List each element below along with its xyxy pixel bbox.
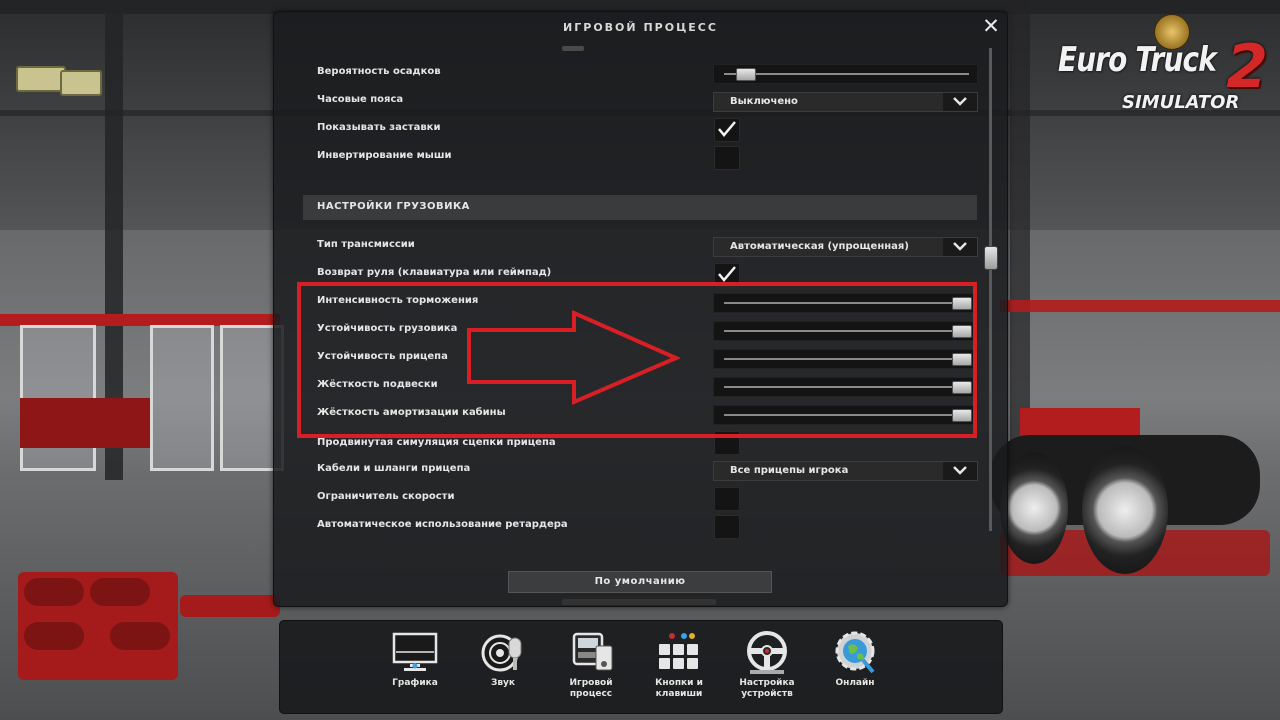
chevron-down-icon[interactable]: [943, 93, 977, 111]
row-show-intro: Показывать заставки: [303, 117, 977, 141]
chevron-down-icon[interactable]: [943, 462, 977, 480]
transmission-select[interactable]: Автоматическая (упрощенная): [713, 237, 978, 257]
trailer-cables-select[interactable]: Все прицепы игрока: [713, 461, 978, 481]
row-label: Часовые пояса: [317, 94, 404, 105]
tab-label-line1: Игровой: [569, 678, 613, 688]
auto-retarder-checkbox[interactable]: [714, 515, 740, 539]
row-label: Автоматическое использование ретардера: [317, 519, 568, 530]
tab-label-line2: процесс: [569, 689, 613, 699]
tab-devices[interactable]: Настройка устройств: [732, 630, 802, 704]
tab-label-line2: устройств: [741, 689, 793, 699]
tab-label: Кнопки и клавиши: [644, 678, 714, 700]
row-label: Вероятность осадков: [317, 66, 441, 77]
row-label: Продвинутая симуляция сцепки прицепа: [317, 437, 556, 448]
arrow-right-icon: [467, 310, 680, 406]
dialog-title: ИГРОВОЙ ПРОЦЕСС: [563, 21, 718, 34]
section-truck-settings: НАСТРОЙКИ ГРУЗОВИКА: [303, 195, 977, 220]
globe-gear-icon: [835, 631, 875, 674]
tab-online[interactable]: Онлайн: [820, 630, 890, 704]
steering-wheel-icon: [747, 631, 787, 674]
close-button[interactable]: ✕: [980, 15, 1002, 37]
tab-label: Настройка устройств: [732, 678, 802, 700]
invert-mouse-checkbox[interactable]: [714, 146, 740, 170]
slider-knob[interactable]: [736, 68, 756, 81]
logo-subtitle: SIMULATOR: [1122, 92, 1240, 113]
scroll-top-indicator: [562, 46, 584, 51]
section-title: НАСТРОЙКИ ГРУЗОВИКА: [317, 201, 470, 212]
checkmark-icon: [718, 121, 736, 137]
logo-title: Euro Truck: [1058, 40, 1217, 80]
select-value: Все прицепы игрока: [730, 465, 849, 476]
row-label: Показывать заставки: [317, 122, 441, 133]
row-label: Инвертирование мыши: [317, 150, 452, 161]
scrollbar-thumb[interactable]: [984, 246, 998, 270]
keyboard-icon: [659, 633, 698, 669]
scrollbar-track[interactable]: [989, 48, 992, 531]
default-button[interactable]: По умолчанию: [508, 571, 772, 593]
speed-limiter-checkbox[interactable]: [714, 487, 740, 511]
time-zones-select[interactable]: Выключено: [713, 92, 978, 112]
row-label: Кабели и шланги прицепа: [317, 463, 471, 474]
tab-keys[interactable]: Кнопки и клавиши: [644, 630, 714, 704]
tab-label: Графика: [392, 678, 438, 688]
game-logo: Euro Truck 2 SIMULATOR: [1058, 14, 1268, 124]
ceiling-light: [16, 66, 66, 92]
select-value: Выключено: [730, 96, 798, 107]
row-auto-retarder: Автоматическое использование ретардера: [303, 514, 977, 538]
speaker-icon: [481, 634, 522, 672]
tab-label: Онлайн: [835, 678, 875, 688]
tab-label-line1: Настройка: [739, 678, 795, 688]
tab-label-line1: Кнопки и: [655, 678, 703, 688]
row-label: Ограничитель скорости: [317, 491, 455, 502]
row-label: Тип трансмиссии: [317, 239, 415, 250]
checkmark-icon: [718, 266, 736, 282]
chevron-down-icon[interactable]: [943, 238, 977, 256]
scroll-bottom-indicator: [562, 599, 716, 605]
show-intro-checkbox[interactable]: [714, 118, 740, 142]
rain-probability-slider[interactable]: [713, 64, 978, 84]
monitor-icon: [392, 632, 438, 671]
tab-label-line2: клавиши: [655, 689, 703, 699]
select-value: Автоматическая (упрощенная): [730, 241, 909, 252]
truck-icon: [572, 632, 613, 671]
tab-label: Звук: [490, 678, 516, 688]
tab-label: Игровой процесс: [556, 678, 626, 700]
tab-sound[interactable]: Звук: [468, 630, 538, 704]
tab-gameplay[interactable]: Игровой процесс: [556, 630, 626, 704]
row-speed-limiter: Ограничитель скорости: [303, 486, 977, 510]
row-label: Возврат руля (клавиатура или геймпад): [317, 267, 552, 278]
tab-graphics[interactable]: Графика: [380, 630, 450, 704]
row-invert-mouse: Инвертирование мыши: [303, 145, 977, 169]
